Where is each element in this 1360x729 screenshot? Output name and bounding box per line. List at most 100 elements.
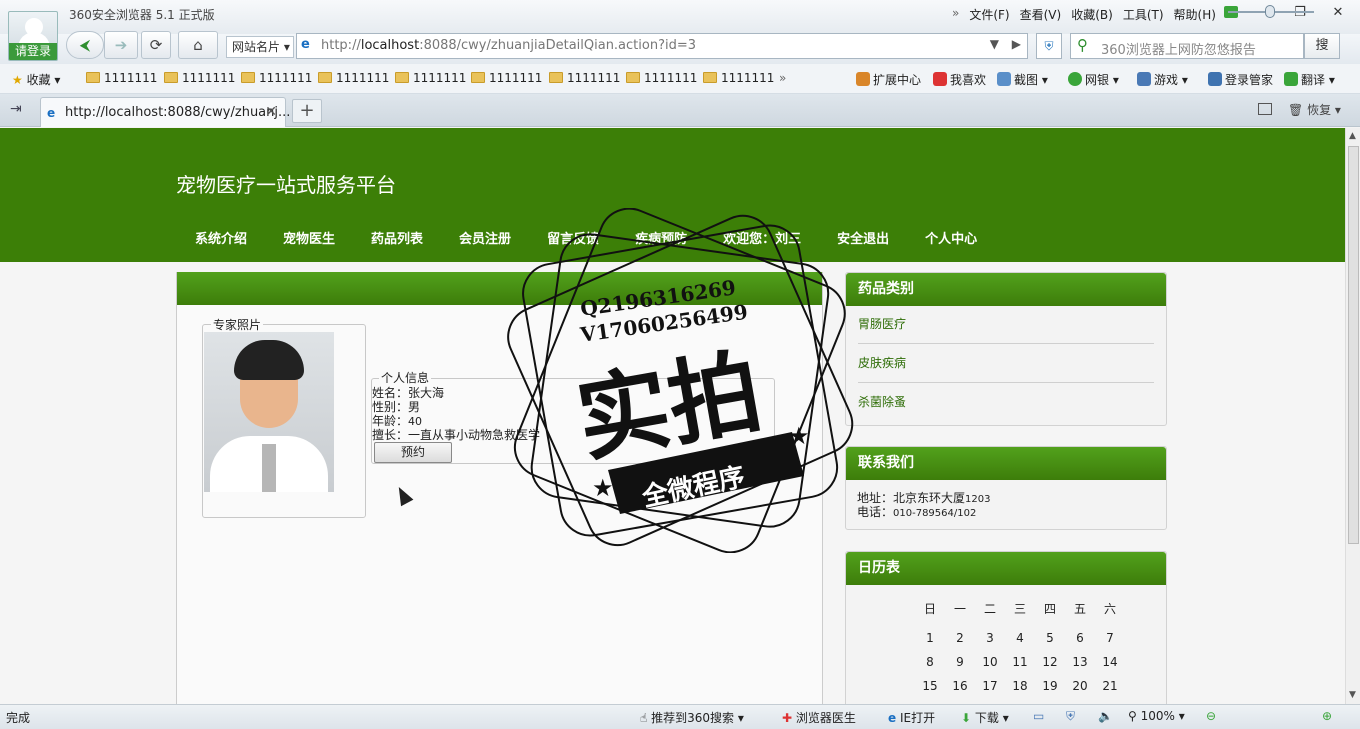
maximize-icon[interactable]: ❐ bbox=[1285, 3, 1315, 23]
safe-icon[interactable]: ⛨ bbox=[1066, 709, 1075, 724]
category-link[interactable]: 皮肤疾病 bbox=[858, 345, 1154, 383]
favorites-menu[interactable]: ★ 收藏 ▾ bbox=[12, 71, 60, 88]
nav-feedback[interactable]: 留言反馈 bbox=[547, 228, 599, 247]
bookmark-item[interactable]: 1111111 bbox=[703, 71, 774, 85]
zoom-in-icon[interactable]: ⊕ bbox=[1322, 709, 1332, 723]
tab-current[interactable]: e http://localhost:8088/cwy/zhuanj... ✕ bbox=[40, 97, 290, 127]
calendar-day[interactable]: 3 bbox=[975, 631, 1005, 645]
calendar-day[interactable]: 6 bbox=[1065, 631, 1095, 645]
ie-open-button[interactable]: e IE打开 bbox=[888, 709, 935, 726]
bookmark-item[interactable]: 1111111 bbox=[626, 71, 697, 85]
volume-icon[interactable]: 🔈 bbox=[1098, 709, 1113, 723]
security-shield-icon[interactable]: ⛨ bbox=[1036, 33, 1062, 59]
address-dropdown-icon[interactable]: ▼ bbox=[990, 37, 999, 51]
nav-system-intro[interactable]: 系统介绍 bbox=[195, 228, 247, 247]
menu-view[interactable]: 查看(V) bbox=[1020, 6, 1062, 23]
zoom-out-icon[interactable]: ⊖ bbox=[1206, 709, 1216, 723]
extensions-icon bbox=[856, 72, 870, 86]
site-banner: 宠物医疗一站式服务平台 系统介绍 宠物医生 药品列表 会员注册 留言反馈 疾病预… bbox=[0, 128, 1345, 262]
back-icon[interactable]: ⮜ bbox=[66, 31, 104, 59]
translate-button[interactable]: 翻译 ▾ bbox=[1284, 71, 1335, 88]
nav-member-register[interactable]: 会员注册 bbox=[459, 228, 511, 247]
menu-file[interactable]: 文件(F) bbox=[969, 6, 1009, 23]
calendar-day[interactable]: 2 bbox=[945, 631, 975, 645]
login-label[interactable]: 请登录 bbox=[9, 43, 57, 60]
user-avatar[interactable]: 请登录 bbox=[8, 11, 58, 61]
bookmarks-overflow-icon[interactable]: » bbox=[779, 71, 786, 85]
restore-button[interactable]: 🗑 恢复 ▾ bbox=[1288, 101, 1341, 118]
menu-favorites[interactable]: 收藏(B) bbox=[1071, 6, 1113, 23]
window-mode-icon[interactable]: ▭ bbox=[1033, 709, 1044, 723]
nav-medicine-list[interactable]: 药品列表 bbox=[371, 228, 423, 247]
go-icon[interactable]: ▶ bbox=[1012, 37, 1021, 51]
calendar-day[interactable]: 4 bbox=[1005, 631, 1035, 645]
search-box[interactable]: ⚲ 360浏览器上网防忽悠报告 bbox=[1070, 33, 1304, 59]
search-engine-icon[interactable]: ⚲ bbox=[1077, 36, 1088, 54]
calendar-day[interactable]: 9 bbox=[945, 655, 975, 669]
calendar-day[interactable]: 21 bbox=[1095, 679, 1125, 693]
address-bar[interactable]: e http://localhost:8088/cwy/zhuanjiaDeta… bbox=[296, 33, 1028, 59]
extensions-button[interactable]: 扩展中心 bbox=[856, 71, 921, 88]
vertical-scrollbar[interactable]: ▲ ▼ bbox=[1345, 128, 1360, 704]
refresh-icon[interactable]: ⟳ bbox=[141, 31, 171, 59]
calendar-day[interactable]: 16 bbox=[945, 679, 975, 693]
login-manager-button[interactable]: 登录管家 bbox=[1208, 71, 1273, 88]
forward-icon[interactable]: ➔ bbox=[104, 31, 138, 59]
calendar-day[interactable]: 8 bbox=[915, 655, 945, 669]
bookmark-item[interactable]: 1111111 bbox=[395, 71, 466, 85]
nav-personal-center[interactable]: 个人中心 bbox=[925, 228, 977, 247]
contact-phone: 电话：010-789564/102 bbox=[857, 505, 977, 519]
menu-help[interactable]: 帮助(H) bbox=[1174, 6, 1216, 23]
scroll-up-icon[interactable]: ▲ bbox=[1349, 131, 1356, 141]
home-icon[interactable]: ⌂ bbox=[178, 31, 218, 59]
scroll-down-icon[interactable]: ▼ bbox=[1349, 690, 1356, 700]
nav-pet-doctors[interactable]: 宠物医生 bbox=[283, 228, 335, 247]
calendar-day[interactable]: 5 bbox=[1035, 631, 1065, 645]
likes-button[interactable]: 我喜欢 bbox=[933, 71, 986, 88]
bank-button[interactable]: 网银 ▾ bbox=[1068, 71, 1119, 88]
bookmark-item[interactable]: 1111111 bbox=[86, 71, 157, 85]
close-window-icon[interactable]: ✕ bbox=[1323, 3, 1353, 23]
sidebar-toggle-icon[interactable]: ⇥ bbox=[10, 101, 22, 117]
recommend-360-button[interactable]: ☝ 推荐到360搜索 ▾ bbox=[640, 709, 744, 726]
bookmark-item[interactable]: 1111111 bbox=[241, 71, 312, 85]
menu-overflow-icon[interactable]: » bbox=[952, 6, 959, 23]
calendar-day[interactable]: 13 bbox=[1065, 655, 1095, 669]
calendar-day[interactable]: 19 bbox=[1035, 679, 1065, 693]
download-button[interactable]: ⬇ 下载 ▾ bbox=[961, 709, 1009, 726]
calendar-day[interactable]: 20 bbox=[1065, 679, 1095, 693]
search-button[interactable]: 搜 bbox=[1304, 33, 1340, 59]
scrollbar-thumb[interactable] bbox=[1348, 146, 1359, 544]
bookmark-item[interactable]: 1111111 bbox=[164, 71, 235, 85]
search-input[interactable]: 360浏览器上网防忽悠报告 bbox=[1101, 39, 1256, 58]
calendar-day[interactable]: 17 bbox=[975, 679, 1005, 693]
bookmark-item[interactable]: 1111111 bbox=[549, 71, 620, 85]
nav-logout[interactable]: 安全退出 bbox=[837, 228, 889, 247]
calendar-day[interactable]: 7 bbox=[1095, 631, 1125, 645]
calendar-day[interactable]: 18 bbox=[1005, 679, 1035, 693]
menu-tools[interactable]: 工具(T) bbox=[1123, 6, 1164, 23]
calendar-day[interactable]: 10 bbox=[975, 655, 1005, 669]
browser-doctor-button[interactable]: ✚ 浏览器医生 bbox=[782, 709, 856, 726]
games-button[interactable]: 游戏 ▾ bbox=[1137, 71, 1188, 88]
nav-disease-prevention[interactable]: 疾病预防 bbox=[635, 228, 687, 247]
category-link[interactable]: 杀菌除蚤 bbox=[858, 384, 1154, 422]
zoom-level[interactable]: ⚲ 100% ▾ bbox=[1128, 709, 1185, 723]
calendar-day[interactable]: 12 bbox=[1035, 655, 1065, 669]
new-tab-button[interactable]: + bbox=[292, 99, 322, 123]
windows-icon[interactable] bbox=[1258, 103, 1272, 115]
calendar-day[interactable]: 14 bbox=[1095, 655, 1125, 669]
bookmark-item[interactable]: 1111111 bbox=[471, 71, 542, 85]
close-tab-icon[interactable]: ✕ bbox=[265, 104, 277, 120]
menu-bar: » 文件(F) 查看(V) 收藏(B) 工具(T) 帮助(H) bbox=[952, 6, 1216, 23]
address-url[interactable]: http://localhost:8088/cwy/zhuanjiaDetail… bbox=[321, 38, 696, 53]
calendar-day[interactable]: 11 bbox=[1005, 655, 1035, 669]
screenshot-button[interactable]: 截图 ▾ bbox=[997, 71, 1048, 88]
site-card-dropdown[interactable]: 网站名片 ▾ bbox=[226, 36, 294, 58]
category-link[interactable]: 胃肠医疗 bbox=[858, 306, 1154, 344]
bookmark-item[interactable]: 1111111 bbox=[318, 71, 389, 85]
calendar-day[interactable]: 1 bbox=[915, 631, 945, 645]
zoom-slider-handle[interactable] bbox=[1265, 5, 1275, 18]
calendar-day[interactable]: 15 bbox=[915, 679, 945, 693]
book-appointment-button[interactable]: 预约 bbox=[374, 442, 452, 463]
